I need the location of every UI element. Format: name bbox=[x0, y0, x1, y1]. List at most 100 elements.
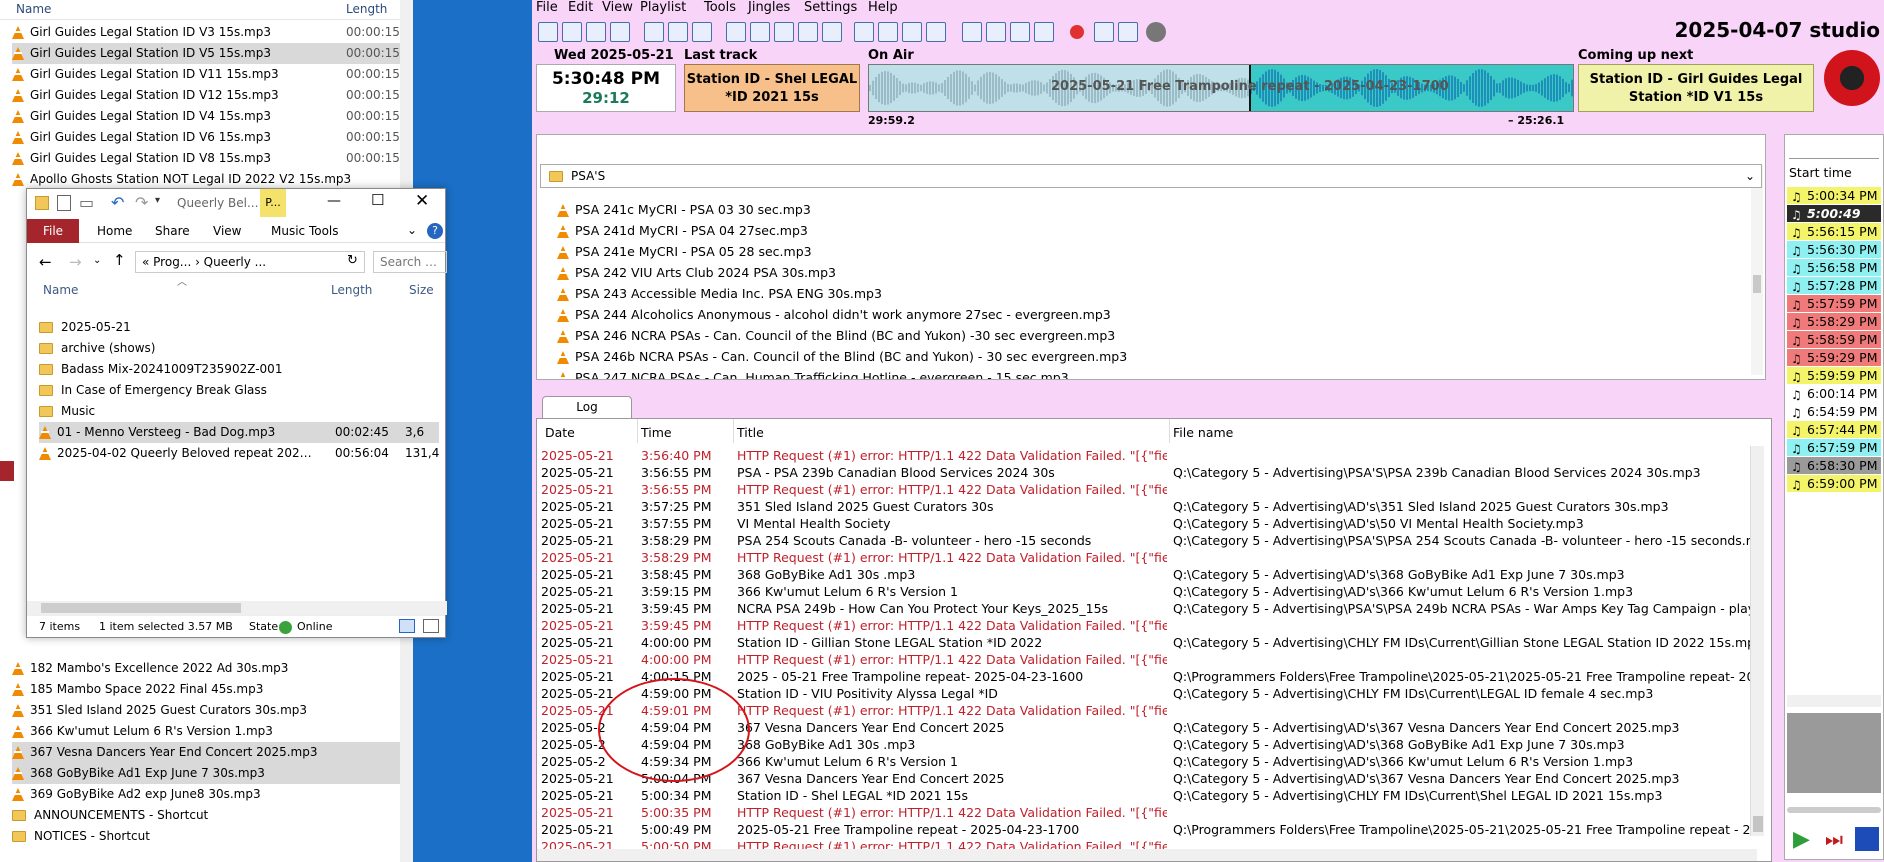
window2-icon[interactable] bbox=[774, 22, 794, 42]
skip-button[interactable]: ⏭ bbox=[1825, 827, 1843, 851]
window1-icon[interactable] bbox=[750, 22, 770, 42]
list-item[interactable]: Girl Guides Legal Station ID V4 15s.mp3 0… bbox=[12, 106, 402, 127]
list-item[interactable]: 367 Vesna Dancers Year End Concert 2025.… bbox=[12, 742, 402, 763]
open-icon[interactable] bbox=[562, 22, 582, 42]
browser-item[interactable]: PSA 241e MyCRI - PSA 05 28 sec.mp3 bbox=[557, 241, 812, 262]
menu-view[interactable]: View bbox=[602, 0, 633, 15]
ribbon-expand-icon[interactable]: ⌄ bbox=[407, 223, 417, 237]
tools-icon[interactable] bbox=[1010, 22, 1030, 42]
forward-arrow-icon[interactable]: → bbox=[69, 253, 82, 271]
table-row[interactable]: 2025-05-21 5:00:04 PM 367 Vesna Dancers Ye… bbox=[537, 770, 1757, 787]
table-row[interactable]: 2025-05-21 4:00:00 PM Station ID - Gillian… bbox=[537, 634, 1757, 651]
copy-icon[interactable] bbox=[668, 22, 688, 42]
volume-slider[interactable] bbox=[1787, 807, 1881, 813]
table-row[interactable]: 2025-05-21 5:00:34 PM Station ID - Shel LE… bbox=[537, 787, 1757, 804]
table-row[interactable]: 2025-05-21 3:59:15 PM 366 Kw'umut Lelum 6 … bbox=[537, 583, 1757, 600]
properties-icon[interactable] bbox=[57, 195, 71, 211]
list-item[interactable]: Girl Guides Legal Station ID V8 15s.mp3 0… bbox=[12, 148, 402, 169]
log-col-title[interactable]: Title bbox=[737, 425, 764, 440]
browser-item[interactable]: PSA 246 NCRA PSAs - Can. Council of the … bbox=[557, 325, 1115, 346]
window3-icon[interactable] bbox=[798, 22, 818, 42]
list-item[interactable]: Girl Guides Legal Station ID V11 15s.mp3… bbox=[12, 64, 402, 85]
move-icon[interactable] bbox=[854, 22, 874, 42]
list-item[interactable]: Girl Guides Legal Station ID V5 15s.mp3 0… bbox=[12, 43, 402, 64]
folder-selector[interactable]: PSA'S ⌄ bbox=[540, 164, 1762, 188]
ribbon-tab-view[interactable]: View bbox=[213, 219, 241, 243]
explorer-item[interactable]: Music bbox=[39, 401, 439, 422]
schedule-item[interactable]: ♫ 5:59:29 PM bbox=[1787, 349, 1881, 366]
browser-item[interactable]: PSA 244 Alcoholics Anonymous - alcohol d… bbox=[557, 304, 1111, 325]
list-item[interactable]: Girl Guides Legal Station ID V12 15s.mp3… bbox=[12, 85, 402, 106]
schedule-hscrollbar[interactable] bbox=[1787, 695, 1881, 707]
schedule-item[interactable]: ♫ 6:57:59 PM bbox=[1787, 439, 1881, 456]
save-icon[interactable] bbox=[586, 22, 606, 42]
menu-jingles[interactable]: Jingles bbox=[748, 0, 790, 15]
search-input[interactable]: Search Qu... bbox=[373, 251, 447, 273]
list-item[interactable]: 182 Mambo's Excellence 2022 Ad 30s.mp3 bbox=[12, 658, 402, 679]
browser-item[interactable]: PSA 241d MyCRI - PSA 04 27sec.mp3 bbox=[557, 220, 808, 241]
down-icon[interactable] bbox=[902, 22, 922, 42]
list-item[interactable]: 185 Mambo Space 2022 Final 45s.mp3 bbox=[12, 679, 402, 700]
maximize-button[interactable]: ☐ bbox=[371, 191, 384, 209]
browser-item[interactable]: PSA 247 NCRA PSAs - Can. Human Trafficki… bbox=[557, 367, 1069, 379]
table-row[interactable]: 2025-05-21 5:00:35 PM HTTP Request (#1) er… bbox=[537, 804, 1757, 821]
ribbon-tab-music-tools[interactable]: Music Tools bbox=[271, 219, 339, 243]
browser-scrollbar[interactable] bbox=[1751, 165, 1763, 375]
ribbon-tab-file[interactable]: File bbox=[27, 219, 79, 243]
col-length[interactable]: Length bbox=[331, 283, 372, 303]
schedule-item[interactable]: ♫ 6:57:44 PM bbox=[1787, 421, 1881, 438]
schedule-item[interactable]: ♫ 5:56:58 PM bbox=[1787, 259, 1881, 276]
redo-icon[interactable]: ↷ bbox=[135, 193, 148, 212]
large-icons-view-icon[interactable] bbox=[423, 619, 439, 633]
log-scrollbar[interactable] bbox=[1750, 446, 1764, 836]
new-folder-icon[interactable]: ▭ bbox=[79, 193, 94, 212]
col-length-header[interactable]: Length bbox=[346, 2, 387, 16]
list-item[interactable]: 351 Sled Island 2025 Guest Curators 30s.… bbox=[12, 700, 402, 721]
schedule-item[interactable]: ♫ 5:59:59 PM bbox=[1787, 367, 1881, 384]
explorer-item[interactable]: 2025-04-02 Queerly Beloved repeat 2024-1… bbox=[39, 443, 439, 464]
explorer-item[interactable]: In Case of Emergency Break Glass bbox=[39, 380, 439, 401]
schedule-item[interactable]: ♫ 5:00:34 PM bbox=[1787, 187, 1881, 204]
undo-icon[interactable] bbox=[726, 22, 746, 42]
table-row[interactable]: 2025-05-21 3:59:45 PM HTTP Request (#1) er… bbox=[537, 617, 1757, 634]
table-row[interactable]: 2025-05-21 3:56:55 PM HTTP Request (#1) er… bbox=[537, 481, 1757, 498]
schedule-item[interactable]: ♫ 6:58:30 PM bbox=[1787, 457, 1881, 474]
schedule-item[interactable]: ♫ 6:59:00 PM bbox=[1787, 475, 1881, 492]
list-item[interactable]: Apollo Ghosts Station NOT Legal ID 2022 … bbox=[12, 169, 402, 190]
folder-icon[interactable] bbox=[986, 22, 1006, 42]
table-row[interactable]: 2025-05-21 5:00:49 PM 2025-05-21 Free Tram… bbox=[537, 821, 1757, 838]
stop-button[interactable] bbox=[1855, 827, 1879, 851]
browser-item[interactable]: PSA 241c MyCRI - PSA 03 30 sec.mp3 bbox=[557, 199, 811, 220]
menu-help[interactable]: Help bbox=[868, 0, 898, 15]
record-icon[interactable] bbox=[1070, 25, 1084, 39]
gear-icon[interactable] bbox=[1146, 22, 1166, 42]
menu-playlist[interactable]: Playlist bbox=[640, 0, 686, 15]
help-icon[interactable]: ? bbox=[427, 223, 443, 239]
schedule-item[interactable]: ♫ 5:56:15 PM bbox=[1787, 223, 1881, 240]
explorer-item[interactable]: 2025-05-21 bbox=[39, 317, 439, 338]
refresh-icon[interactable]: ↻ bbox=[347, 253, 358, 268]
table-row[interactable]: 2025-05-21 3:56:55 PM PSA - PSA 239b Canad… bbox=[537, 464, 1757, 481]
tab-log[interactable]: Log bbox=[542, 396, 632, 418]
new-icon[interactable] bbox=[538, 22, 558, 42]
insert-icon[interactable] bbox=[822, 22, 842, 42]
close-button[interactable]: ✕ bbox=[415, 191, 429, 211]
browser-item[interactable]: PSA 243 Accessible Media Inc. PSA ENG 30… bbox=[557, 283, 882, 304]
table-row[interactable]: 2025-05-21 3:56:40 PM HTTP Request (#1) er… bbox=[537, 447, 1757, 464]
schedule-item[interactable]: ♫ 5:57:59 PM bbox=[1787, 295, 1881, 312]
explorer-item[interactable]: archive (shows) bbox=[39, 338, 439, 359]
menu-settings[interactable]: Settings bbox=[804, 0, 857, 15]
schedule-item[interactable]: ♫ 5:58:29 PM bbox=[1787, 313, 1881, 330]
list-item[interactable]: NOTICES - Shortcut bbox=[12, 826, 402, 847]
menu-tools[interactable]: Tools bbox=[704, 0, 736, 15]
table-row[interactable]: 2025-05-21 3:58:29 PM HTTP Request (#1) er… bbox=[537, 549, 1757, 566]
horizontal-scrollbar[interactable] bbox=[27, 601, 447, 615]
recent-dropdown-icon[interactable]: ⌄ bbox=[93, 255, 101, 266]
schedule-item[interactable]: ♫ 5:57:28 PM bbox=[1787, 277, 1881, 294]
log-col-time[interactable]: Time bbox=[641, 425, 672, 440]
ribbon-tab-share[interactable]: Share bbox=[155, 219, 190, 243]
chart-icon[interactable] bbox=[1094, 22, 1114, 42]
col-name-header[interactable]: Name bbox=[16, 2, 51, 16]
undo-icon[interactable]: ↶ bbox=[111, 193, 124, 212]
list-item[interactable]: 368 GoByBike Ad1 Exp June 7 30s.mp3 bbox=[12, 763, 402, 784]
